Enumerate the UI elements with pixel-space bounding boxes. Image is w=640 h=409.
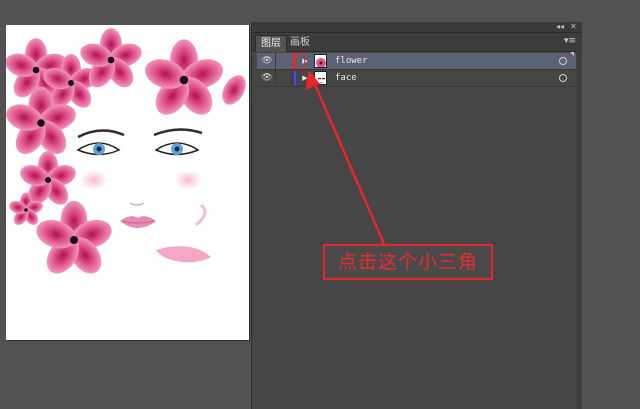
panel-menu-icon[interactable]: ▾≡ xyxy=(564,36,576,46)
eye-icon[interactable]: 👁 xyxy=(259,70,276,86)
layer-thumbnail xyxy=(314,54,327,68)
flower-group-right xyxy=(141,39,246,122)
layer-name[interactable]: face xyxy=(335,70,357,86)
panel-tabs: 图层 画板 ▾≡ xyxy=(252,33,582,52)
target-circle-icon[interactable] xyxy=(559,74,567,82)
double-chevron-left-icon[interactable]: ◂◂ xyxy=(556,22,564,32)
lock-toggle[interactable] xyxy=(276,70,293,86)
scroll-notch-icon xyxy=(570,52,574,56)
annotation-callout: 点击这个小三角 xyxy=(323,244,493,280)
artboard-canvas[interactable] xyxy=(6,25,249,340)
target-circle-icon[interactable] xyxy=(559,57,567,65)
layer-color-indicator xyxy=(294,71,296,85)
layer-row-flower[interactable]: 👁 ▶ flower xyxy=(257,53,577,70)
layer-name[interactable]: flower xyxy=(335,53,368,69)
panel-title-bar: ◂◂ ✕ xyxy=(252,22,582,33)
expand-triangle-icon[interactable]: ▶ xyxy=(299,71,311,85)
layer-thumbnail xyxy=(314,71,327,85)
highlight-box xyxy=(292,53,305,69)
close-icon[interactable]: ✕ xyxy=(570,22,577,32)
tab-layers[interactable]: 图层 xyxy=(255,35,287,52)
layers-panel: ◂◂ ✕ 图层 画板 ▾≡ 👁 ▶ flower 👁 ▶ face xyxy=(251,22,582,409)
eye-icon[interactable]: 👁 xyxy=(259,53,276,69)
flower-group-left xyxy=(6,28,145,280)
layer-row-face[interactable]: 👁 ▶ face xyxy=(257,70,577,87)
panel-scrollbar[interactable] xyxy=(576,50,581,409)
lock-toggle[interactable] xyxy=(276,53,293,69)
face-flower-illustration xyxy=(6,28,246,280)
tab-artboards[interactable]: 画板 xyxy=(285,35,315,51)
